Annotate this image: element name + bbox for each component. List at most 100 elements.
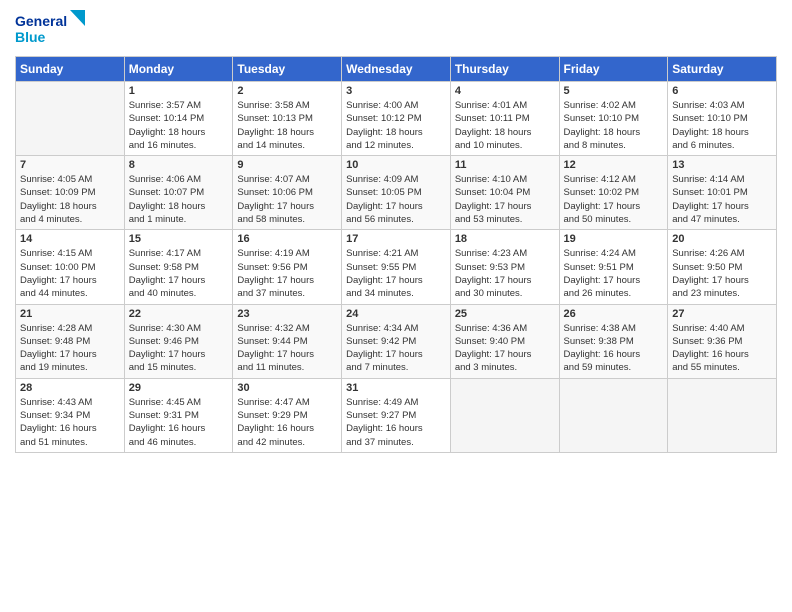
- day-number: 24: [346, 308, 446, 320]
- weekday-header-row: SundayMondayTuesdayWednesdayThursdayFrid…: [16, 57, 777, 82]
- day-info: Sunrise: 4:01 AM Sunset: 10:11 PM Daylig…: [455, 99, 555, 152]
- svg-text:Blue: Blue: [15, 29, 46, 45]
- day-number: 13: [672, 159, 772, 171]
- day-info: Sunrise: 4:12 AM Sunset: 10:02 PM Daylig…: [564, 173, 664, 226]
- day-info: Sunrise: 4:00 AM Sunset: 10:12 PM Daylig…: [346, 99, 446, 152]
- day-number: 4: [455, 85, 555, 97]
- calendar-cell: [16, 82, 125, 156]
- day-info: Sunrise: 4:19 AM Sunset: 9:56 PM Dayligh…: [237, 247, 337, 300]
- day-number: 25: [455, 308, 555, 320]
- calendar-cell: 29Sunrise: 4:45 AM Sunset: 9:31 PM Dayli…: [124, 378, 233, 452]
- calendar-cell: 30 Sunrise: 4:47 AM Sunset: 9:29 PM Dayli…: [233, 378, 342, 452]
- day-info: Sunrise: 4:09 AM Sunset: 10:05 PM Daylig…: [346, 173, 446, 226]
- calendar-cell: 4 Sunrise: 4:01 AM Sunset: 10:11 PM Dayli…: [450, 82, 559, 156]
- calendar-cell: 14Sunrise: 4:15 AM Sunset: 10:00 PM Dayl…: [16, 230, 125, 304]
- day-number: 17: [346, 233, 446, 245]
- day-number: 23: [237, 308, 337, 320]
- day-info: Sunrise: 4:26 AM Sunset: 9:50 PM Dayligh…: [672, 247, 772, 300]
- day-number: 2: [237, 85, 337, 97]
- calendar-cell: 31 Sunrise: 4:49 AM Sunset: 9:27 PM Dayli…: [342, 378, 451, 452]
- day-info: Sunrise: 4:28 AM Sunset: 9:48 PM Dayligh…: [20, 322, 120, 375]
- day-number: 15: [129, 233, 229, 245]
- day-number: 6: [672, 85, 772, 97]
- calendar-cell: 21 Sunrise: 4:28 AM Sunset: 9:48 PM Dayli…: [16, 304, 125, 378]
- weekday-header-sunday: Sunday: [16, 57, 125, 82]
- day-info: Sunrise: 4:47 AM Sunset: 9:29 PM Dayligh…: [237, 396, 337, 449]
- day-number: 30: [237, 382, 337, 394]
- day-number: 21: [20, 308, 120, 320]
- day-number: 10: [346, 159, 446, 171]
- day-info: Sunrise: 4:17 AM Sunset: 9:58 PM Dayligh…: [129, 247, 229, 300]
- day-info: Sunrise: 4:03 AM Sunset: 10:10 PM Daylig…: [672, 99, 772, 152]
- day-number: 20: [672, 233, 772, 245]
- day-info: Sunrise: 4:05 AM Sunset: 10:09 PM Daylig…: [20, 173, 120, 226]
- day-number: 19: [564, 233, 664, 245]
- day-number: 16: [237, 233, 337, 245]
- day-number: 31: [346, 382, 446, 394]
- calendar-cell: 25 Sunrise: 4:36 AM Sunset: 9:40 PM Dayli…: [450, 304, 559, 378]
- day-info: Sunrise: 4:06 AM Sunset: 10:07 PM Daylig…: [129, 173, 229, 226]
- day-info: Sunrise: 3:57 AM Sunset: 10:14 PM Daylig…: [129, 99, 229, 152]
- weekday-header-friday: Friday: [559, 57, 668, 82]
- calendar-cell: 17 Sunrise: 4:21 AM Sunset: 9:55 PM Dayli…: [342, 230, 451, 304]
- week-row-1: 1 Sunrise: 3:57 AM Sunset: 10:14 PM Dayli…: [16, 82, 777, 156]
- day-number: 26: [564, 308, 664, 320]
- weekday-header-monday: Monday: [124, 57, 233, 82]
- calendar-cell: 16 Sunrise: 4:19 AM Sunset: 9:56 PM Dayli…: [233, 230, 342, 304]
- calendar-cell: 3 Sunrise: 4:00 AM Sunset: 10:12 PM Dayli…: [342, 82, 451, 156]
- day-number: 12: [564, 159, 664, 171]
- calendar-cell: 23Sunrise: 4:32 AM Sunset: 9:44 PM Dayli…: [233, 304, 342, 378]
- day-number: 11: [455, 159, 555, 171]
- day-number: 22: [129, 308, 229, 320]
- day-info: Sunrise: 4:45 AM Sunset: 9:31 PM Dayligh…: [129, 396, 229, 449]
- week-row-2: 7Sunrise: 4:05 AM Sunset: 10:09 PM Dayli…: [16, 156, 777, 230]
- day-number: 18: [455, 233, 555, 245]
- calendar-cell: 9 Sunrise: 4:07 AM Sunset: 10:06 PM Dayli…: [233, 156, 342, 230]
- weekday-header-tuesday: Tuesday: [233, 57, 342, 82]
- day-number: 1: [129, 85, 229, 97]
- calendar-cell: 22Sunrise: 4:30 AM Sunset: 9:46 PM Dayli…: [124, 304, 233, 378]
- calendar-cell: 7Sunrise: 4:05 AM Sunset: 10:09 PM Dayli…: [16, 156, 125, 230]
- calendar-cell: 10 Sunrise: 4:09 AM Sunset: 10:05 PM Dayl…: [342, 156, 451, 230]
- calendar-cell: 1 Sunrise: 3:57 AM Sunset: 10:14 PM Dayli…: [124, 82, 233, 156]
- header: General Blue: [15, 10, 777, 48]
- calendar-cell: 5Sunrise: 4:02 AM Sunset: 10:10 PM Dayli…: [559, 82, 668, 156]
- calendar-cell: [668, 378, 777, 452]
- calendar-cell: 15 Sunrise: 4:17 AM Sunset: 9:58 PM Dayli…: [124, 230, 233, 304]
- day-info: Sunrise: 4:07 AM Sunset: 10:06 PM Daylig…: [237, 173, 337, 226]
- calendar-cell: 20 Sunrise: 4:26 AM Sunset: 9:50 PM Dayli…: [668, 230, 777, 304]
- day-info: Sunrise: 4:40 AM Sunset: 9:36 PM Dayligh…: [672, 322, 772, 375]
- day-info: Sunrise: 4:21 AM Sunset: 9:55 PM Dayligh…: [346, 247, 446, 300]
- calendar-cell: 27 Sunrise: 4:40 AM Sunset: 9:36 PM Dayli…: [668, 304, 777, 378]
- day-info: Sunrise: 4:36 AM Sunset: 9:40 PM Dayligh…: [455, 322, 555, 375]
- page: General Blue SundayMondayTuesdayWednesda…: [0, 0, 792, 612]
- week-row-3: 14Sunrise: 4:15 AM Sunset: 10:00 PM Dayl…: [16, 230, 777, 304]
- calendar-cell: 2 Sunrise: 3:58 AM Sunset: 10:13 PM Dayli…: [233, 82, 342, 156]
- day-info: Sunrise: 4:49 AM Sunset: 9:27 PM Dayligh…: [346, 396, 446, 449]
- calendar-cell: 28 Sunrise: 4:43 AM Sunset: 9:34 PM Dayli…: [16, 378, 125, 452]
- day-number: 27: [672, 308, 772, 320]
- day-number: 28: [20, 382, 120, 394]
- calendar-cell: 18 Sunrise: 4:23 AM Sunset: 9:53 PM Dayli…: [450, 230, 559, 304]
- calendar-cell: 26 Sunrise: 4:38 AM Sunset: 9:38 PM Dayli…: [559, 304, 668, 378]
- week-row-5: 28 Sunrise: 4:43 AM Sunset: 9:34 PM Dayli…: [16, 378, 777, 452]
- calendar-table: SundayMondayTuesdayWednesdayThursdayFrid…: [15, 56, 777, 453]
- day-info: Sunrise: 3:58 AM Sunset: 10:13 PM Daylig…: [237, 99, 337, 152]
- day-info: Sunrise: 4:38 AM Sunset: 9:38 PM Dayligh…: [564, 322, 664, 375]
- day-info: Sunrise: 4:34 AM Sunset: 9:42 PM Dayligh…: [346, 322, 446, 375]
- day-info: Sunrise: 4:23 AM Sunset: 9:53 PM Dayligh…: [455, 247, 555, 300]
- weekday-header-thursday: Thursday: [450, 57, 559, 82]
- day-number: 8: [129, 159, 229, 171]
- day-number: 3: [346, 85, 446, 97]
- calendar-cell: 13 Sunrise: 4:14 AM Sunset: 10:01 PM Dayl…: [668, 156, 777, 230]
- day-number: 9: [237, 159, 337, 171]
- logo-svg: General Blue: [15, 10, 95, 48]
- day-info: Sunrise: 4:14 AM Sunset: 10:01 PM Daylig…: [672, 173, 772, 226]
- day-info: Sunrise: 4:10 AM Sunset: 10:04 PM Daylig…: [455, 173, 555, 226]
- calendar-cell: [450, 378, 559, 452]
- logo: General Blue: [15, 10, 95, 48]
- calendar-cell: 11 Sunrise: 4:10 AM Sunset: 10:04 PM Dayl…: [450, 156, 559, 230]
- day-info: Sunrise: 4:43 AM Sunset: 9:34 PM Dayligh…: [20, 396, 120, 449]
- calendar-cell: 8 Sunrise: 4:06 AM Sunset: 10:07 PM Dayli…: [124, 156, 233, 230]
- day-number: 5: [564, 85, 664, 97]
